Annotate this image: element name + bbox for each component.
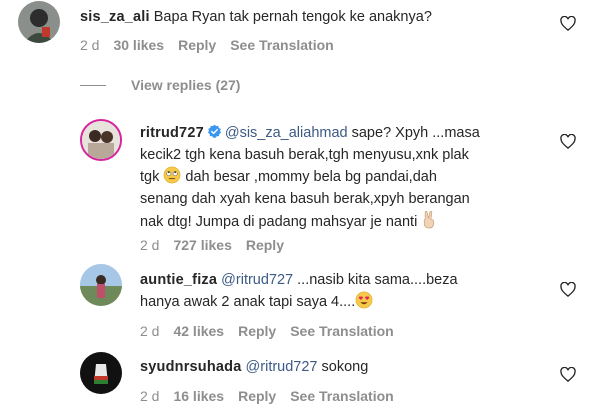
comment-body-line: tgk — [140, 169, 164, 185]
victory-hand-emoji-icon — [424, 211, 435, 229]
username[interactable]: auntie_fiza — [140, 272, 217, 288]
comment-body-line: ...nasib kita sama....beza — [293, 272, 458, 288]
see-translation-button[interactable]: See Translation — [290, 388, 393, 404]
comment-body-line: sape? Xpyh ...masa — [347, 125, 480, 141]
heart-icon[interactable] — [560, 16, 576, 31]
verified-badge-icon — [207, 124, 221, 138]
comment-text: syudnrsuhada @ritrud727 sokong — [140, 356, 540, 378]
mention-link[interactable]: @ritrud727 — [221, 272, 293, 288]
view-replies-label: View replies (27) — [131, 77, 241, 93]
likes-count[interactable]: 42 likes — [173, 323, 224, 339]
heart-icon[interactable] — [560, 134, 576, 149]
comment-meta: 2 d 727 likes Reply — [140, 237, 298, 253]
likes-count[interactable]: 727 likes — [173, 237, 231, 253]
rolling-eyes-emoji-icon — [164, 166, 181, 184]
avatar[interactable] — [18, 1, 60, 43]
username[interactable]: sis_za_ali — [80, 9, 150, 25]
timestamp: 2 d — [140, 237, 160, 253]
comment-meta: 2 d 16 likes Reply See Translation — [140, 388, 394, 404]
comment-body-line: kecik2 tgh kena basuh berak,tgh menyusu,… — [140, 147, 469, 163]
timestamp: 2 d — [140, 388, 160, 404]
divider-line — [80, 84, 106, 86]
timestamp: 2 d — [140, 323, 160, 339]
comment-text: sis_za_ali Bapa Ryan tak pernah tengok k… — [80, 6, 432, 28]
mention-link[interactable]: @sis_za_aliahmad — [225, 125, 348, 141]
avatar[interactable] — [80, 264, 122, 306]
comment-text: ritrud727 @sis_za_aliahmad sape? Xpyh ...… — [140, 122, 540, 233]
heart-icon[interactable] — [560, 367, 576, 382]
reply-button[interactable]: Reply — [238, 323, 276, 339]
reply-button[interactable]: Reply — [238, 388, 276, 404]
comment-meta: 2 d 30 likes Reply See Translation — [80, 37, 334, 53]
heart-icon[interactable] — [560, 282, 576, 297]
timestamp: 2 d — [80, 37, 100, 53]
username[interactable]: ritrud727 — [140, 125, 204, 141]
mention-link[interactable]: @ritrud727 — [246, 359, 318, 375]
likes-count[interactable]: 16 likes — [173, 388, 224, 404]
comment-body-line: dah besar ,mommy bela bg pandai,dah — [181, 169, 437, 185]
heart-eyes-emoji-icon — [355, 291, 373, 309]
reply-button[interactable]: Reply — [178, 37, 216, 53]
comment-body-line: senang dah xyah kena basuh berak,xpyh be… — [140, 191, 470, 207]
reply-button[interactable]: Reply — [246, 237, 284, 253]
comment-body: sokong — [317, 359, 369, 375]
see-translation-button[interactable]: See Translation — [230, 37, 333, 53]
view-replies-button[interactable]: View replies (27) — [80, 77, 240, 93]
comment-body-line: hanya awak 2 anak tapi saya 4.... — [140, 294, 356, 310]
avatar[interactable] — [80, 352, 122, 394]
see-translation-button[interactable]: See Translation — [290, 323, 393, 339]
comment-body-line: nak dtg! Jumpa di padang mahsyar je nant… — [140, 214, 422, 230]
likes-count[interactable]: 30 likes — [113, 37, 164, 53]
avatar[interactable] — [80, 119, 122, 161]
username[interactable]: syudnrsuhada — [140, 359, 242, 375]
comment-body: Bapa Ryan tak pernah tengok ke anaknya? — [153, 9, 432, 25]
comment-meta: 2 d 42 likes Reply See Translation — [140, 323, 394, 339]
comment-text: auntie_fiza @ritrud727 ...nasib kita sam… — [140, 269, 540, 313]
